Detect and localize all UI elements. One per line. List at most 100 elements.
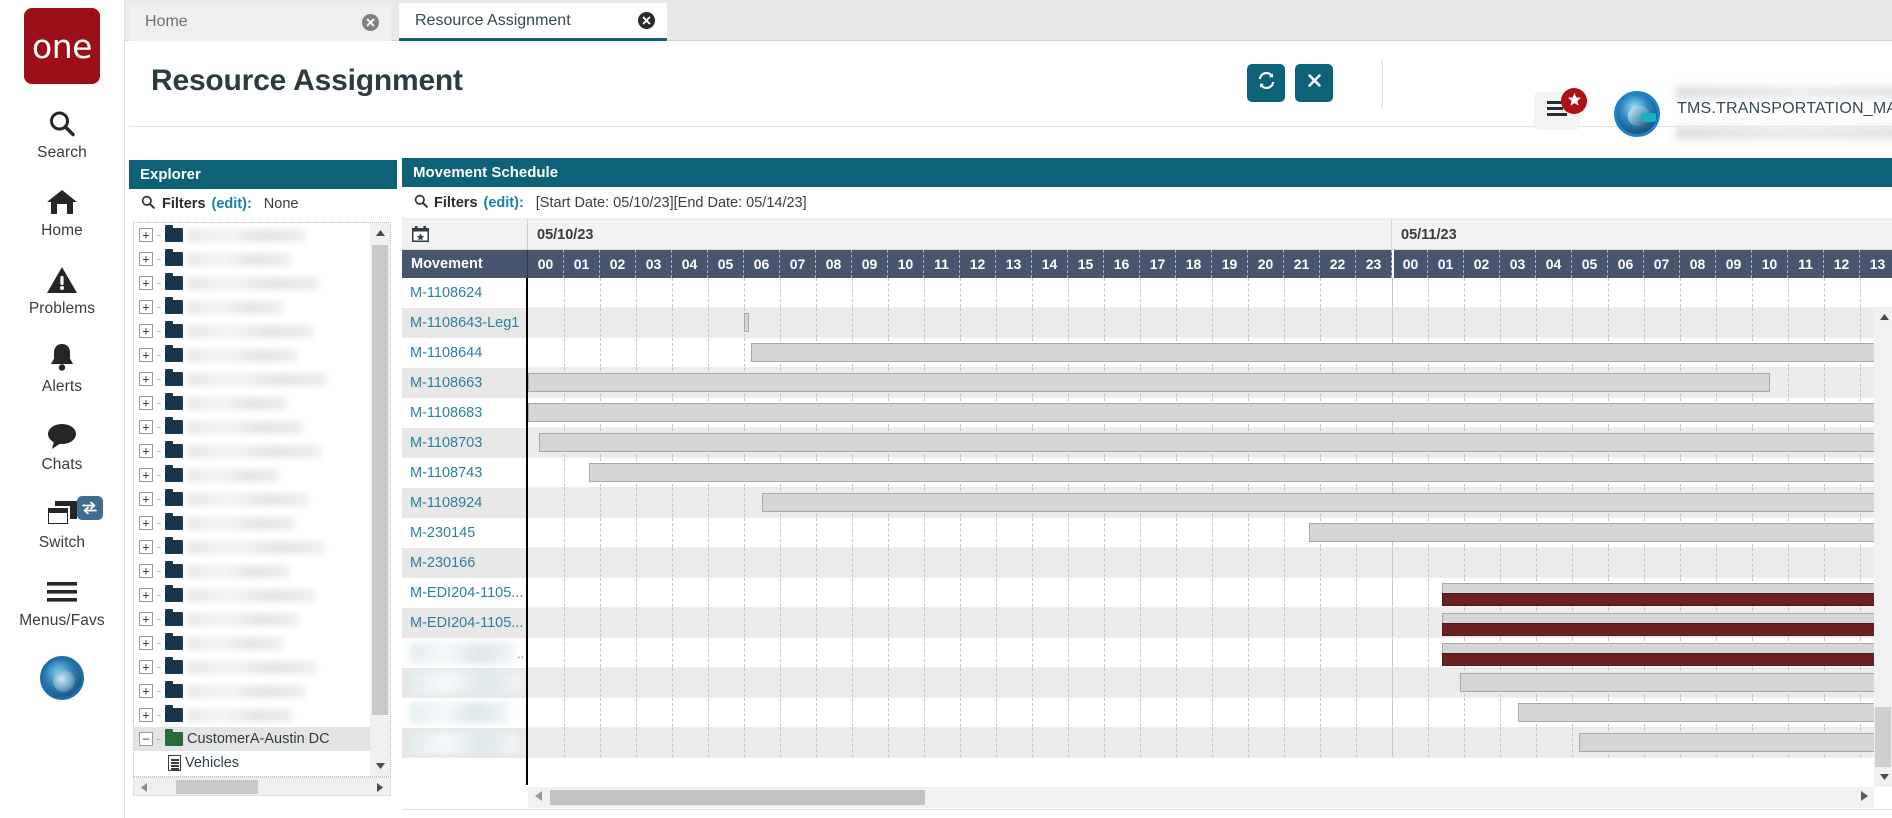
gantt-row-label[interactable]: [402, 698, 526, 728]
gantt-bar[interactable]: [1460, 673, 1892, 692]
gantt-bar[interactable]: [538, 433, 1892, 452]
explorer-tree-node[interactable]: +: [134, 511, 371, 535]
triangle-left-icon[interactable]: [136, 780, 152, 794]
sidebar-item-menus-favs[interactable]: Menus/Favs: [0, 574, 125, 630]
gantt-bar[interactable]: [1442, 593, 1892, 606]
expand-node-icon[interactable]: +: [139, 228, 153, 242]
gantt-row[interactable]: [528, 488, 1892, 518]
expand-node-icon[interactable]: +: [139, 324, 153, 338]
gantt-bar[interactable]: [528, 403, 1892, 422]
close-circle-icon[interactable]: [362, 13, 379, 31]
gantt-vertical-scrollbar[interactable]: [1874, 307, 1892, 787]
explorer-tree-node[interactable]: +: [134, 295, 371, 319]
explorer-tree-leaf-skills[interactable]: Skills: [134, 775, 371, 776]
triangle-down-icon[interactable]: [1874, 767, 1892, 787]
calendar-icon[interactable]: [411, 225, 430, 243]
gantt-row-label[interactable]: M-1108703: [402, 428, 526, 458]
tab-home[interactable]: Home: [129, 3, 391, 41]
gantt-bar[interactable]: [1579, 733, 1892, 752]
triangle-up-icon[interactable]: [370, 223, 390, 243]
sidebar-item-switch[interactable]: Switch: [0, 496, 125, 552]
explorer-tree-leaf-vehicles[interactable]: Vehicles: [134, 751, 371, 775]
explorer-horizontal-scrollbar[interactable]: [133, 777, 391, 796]
explorer-tree-node[interactable]: +: [134, 271, 371, 295]
gantt-chart-column[interactable]: [528, 278, 1892, 785]
explorer-tree-node[interactable]: +: [134, 415, 371, 439]
gantt-row[interactable]: [528, 428, 1892, 458]
explorer-tree-node[interactable]: +: [134, 463, 371, 487]
gantt-row-label[interactable]: M-230166: [402, 548, 526, 578]
expand-node-icon[interactable]: +: [139, 468, 153, 482]
schedule-filters-edit-link[interactable]: (edit):: [484, 195, 524, 211]
gantt-bar[interactable]: [751, 343, 1892, 362]
refresh-button[interactable]: [1247, 64, 1285, 102]
explorer-tree-node[interactable]: +: [134, 487, 371, 511]
expand-node-icon[interactable]: +: [139, 492, 153, 506]
gantt-bar[interactable]: [1442, 653, 1892, 666]
expand-node-icon[interactable]: +: [139, 300, 153, 314]
gantt-row-label[interactable]: M-1108663: [402, 368, 526, 398]
gantt-row-label[interactable]: [402, 728, 526, 758]
gantt-row[interactable]: [528, 398, 1892, 428]
gantt-row[interactable]: [528, 278, 1892, 308]
explorer-tree-node[interactable]: +: [134, 535, 371, 559]
expand-node-icon[interactable]: +: [139, 588, 153, 602]
gantt-row[interactable]: [528, 668, 1892, 698]
gantt-bar[interactable]: [1518, 703, 1892, 722]
explorer-filters-edit-link[interactable]: (edit):: [212, 196, 252, 212]
gantt-row-label[interactable]: M-1108624: [402, 278, 526, 308]
triangle-up-icon[interactable]: [1874, 307, 1892, 327]
explorer-tree-node-selected[interactable]: − CustomerA-Austin DC: [134, 727, 371, 751]
triangle-left-icon[interactable]: [530, 789, 546, 803]
expand-node-icon[interactable]: +: [139, 396, 153, 410]
expand-node-icon[interactable]: +: [139, 540, 153, 554]
gantt-row-label[interactable]: M-1108644: [402, 338, 526, 368]
gantt-horizontal-scroll-thumb[interactable]: [550, 790, 925, 805]
expand-node-icon[interactable]: +: [139, 348, 153, 362]
gantt-row-label[interactable]: M-230145: [402, 518, 526, 548]
app-logo[interactable]: one: [24, 8, 100, 84]
expand-node-icon[interactable]: +: [139, 444, 153, 458]
expand-node-icon[interactable]: +: [139, 684, 153, 698]
expand-node-icon[interactable]: +: [139, 420, 153, 434]
gantt-row[interactable]: [528, 638, 1892, 668]
explorer-tree-node[interactable]: +: [134, 223, 371, 247]
collapse-node-icon[interactable]: −: [139, 732, 153, 746]
expand-node-icon[interactable]: +: [139, 660, 153, 674]
gantt-row[interactable]: [528, 578, 1892, 608]
expand-node-icon[interactable]: +: [139, 372, 153, 386]
gantt-row[interactable]: [528, 698, 1892, 728]
explorer-tree-node[interactable]: +: [134, 703, 371, 727]
swap-arrows-icon[interactable]: [76, 496, 103, 520]
gantt-row[interactable]: [528, 548, 1892, 578]
gantt-row[interactable]: [528, 518, 1892, 548]
gantt-bar[interactable]: [1309, 523, 1892, 542]
expand-node-icon[interactable]: +: [139, 564, 153, 578]
gantt-row[interactable]: [528, 458, 1892, 488]
explorer-tree-node[interactable]: +: [134, 343, 371, 367]
gantt-row[interactable]: [528, 608, 1892, 638]
rail-avatar[interactable]: [40, 656, 84, 700]
gantt-row-label[interactable]: M-EDI204-1105...: [402, 578, 526, 608]
gantt-row-label[interactable]: M-1108743: [402, 458, 526, 488]
explorer-vertical-scroll-thumb[interactable]: [372, 245, 388, 715]
sidebar-item-home[interactable]: Home: [0, 184, 125, 240]
gantt-bar[interactable]: [528, 373, 1770, 392]
triangle-right-icon[interactable]: [372, 780, 388, 794]
sidebar-item-alerts[interactable]: Alerts: [0, 340, 125, 396]
gantt-bar[interactable]: [744, 313, 750, 332]
avatar[interactable]: [1614, 91, 1660, 137]
gantt-row-label[interactable]: M-1108683: [402, 398, 526, 428]
gantt-row[interactable]: [528, 308, 1892, 338]
explorer-tree-node[interactable]: +: [134, 367, 371, 391]
explorer-horizontal-scroll-thumb[interactable]: [176, 780, 258, 794]
gantt-row-label[interactable]: M-1108643-Leg1: [402, 308, 526, 338]
sidebar-item-search[interactable]: Search: [0, 106, 125, 162]
gantt-row-label[interactable]: ..: [402, 638, 526, 668]
gantt-bar[interactable]: [1442, 623, 1892, 636]
explorer-tree-node[interactable]: +: [134, 319, 371, 343]
gantt-horizontal-scrollbar[interactable]: [528, 787, 1874, 808]
gantt-vertical-scroll-thumb[interactable]: [1875, 707, 1891, 767]
expand-node-icon[interactable]: +: [139, 516, 153, 530]
gantt-row-label[interactable]: M-EDI204-1105...: [402, 608, 526, 638]
